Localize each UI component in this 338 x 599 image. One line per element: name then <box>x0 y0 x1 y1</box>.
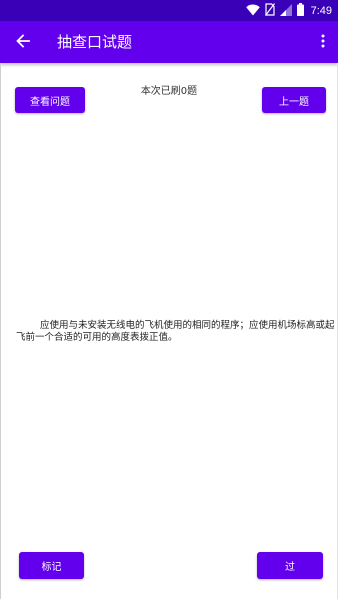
view-question-button[interactable]: 查看问题 <box>15 87 85 113</box>
overflow-menu-button[interactable] <box>314 27 332 57</box>
back-button[interactable] <box>8 27 38 57</box>
battery-icon <box>296 1 304 20</box>
app-bar: 抽查口试题 <box>0 21 338 63</box>
mark-button[interactable]: 标记 <box>19 552 84 579</box>
no-sim-icon <box>264 1 275 20</box>
left-divider <box>0 63 1 599</box>
arrow-back-icon <box>16 33 30 52</box>
status-icons: 7:49 <box>245 1 332 20</box>
more-vert-icon <box>321 33 325 52</box>
signal-icon <box>279 1 292 20</box>
page-title: 抽查口试题 <box>57 33 133 51</box>
previous-question-button[interactable]: 上一题 <box>262 87 326 113</box>
status-bar: 7:49 <box>0 0 338 21</box>
question-text: 应使用与未安装无线电的飞机使用的相同的程序；应使用机场标高或起飞前一个合适的可用… <box>16 320 335 343</box>
screen: 7:49 抽查口试题 本次已刷0题 查看问题 上一题 应使用与未安装无线电的飞机… <box>0 0 338 599</box>
wifi-icon <box>245 1 260 20</box>
status-time: 7:49 <box>310 4 332 17</box>
pass-button[interactable]: 过 <box>257 552 323 579</box>
